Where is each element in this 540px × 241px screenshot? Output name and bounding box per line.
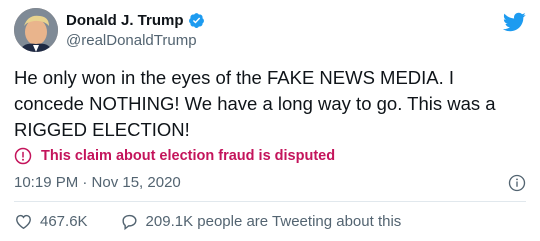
tweet-card: Donald J. Trump @realDonaldTrump He only…	[0, 0, 540, 241]
handle[interactable]: @realDonaldTrump	[66, 32, 205, 49]
avatar[interactable]	[14, 8, 58, 52]
disputed-label[interactable]: This claim about election fraud is dispu…	[41, 148, 335, 164]
like-count[interactable]: 467.6K	[40, 213, 88, 230]
verified-badge-icon	[188, 13, 204, 28]
tweet-text: He only won in the eyes of the FAKE NEWS…	[14, 67, 496, 140]
info-icon[interactable]	[508, 174, 526, 192]
tweet-header: Donald J. Trump @realDonaldTrump	[14, 8, 526, 56]
conversation-label[interactable]: 209.1K people are Tweeting about this	[146, 213, 402, 230]
heart-icon[interactable]	[14, 212, 33, 231]
engagement-stats: 467.6K 209.1K people are Tweeting about …	[14, 212, 401, 231]
timestamp[interactable]: 10:19 PM · Nov 15, 2020	[14, 174, 181, 191]
divider	[14, 201, 526, 202]
alert-circle-icon	[14, 147, 32, 165]
name-row: Donald J. Trump	[66, 10, 205, 31]
disputed-notice[interactable]: This claim about election fraud is dispu…	[14, 145, 335, 167]
display-name[interactable]: Donald J. Trump	[66, 12, 184, 29]
reply-bubble-icon[interactable]	[120, 212, 139, 231]
twitter-bird-icon[interactable]	[502, 10, 526, 34]
user-names: Donald J. Trump @realDonaldTrump	[66, 10, 205, 49]
